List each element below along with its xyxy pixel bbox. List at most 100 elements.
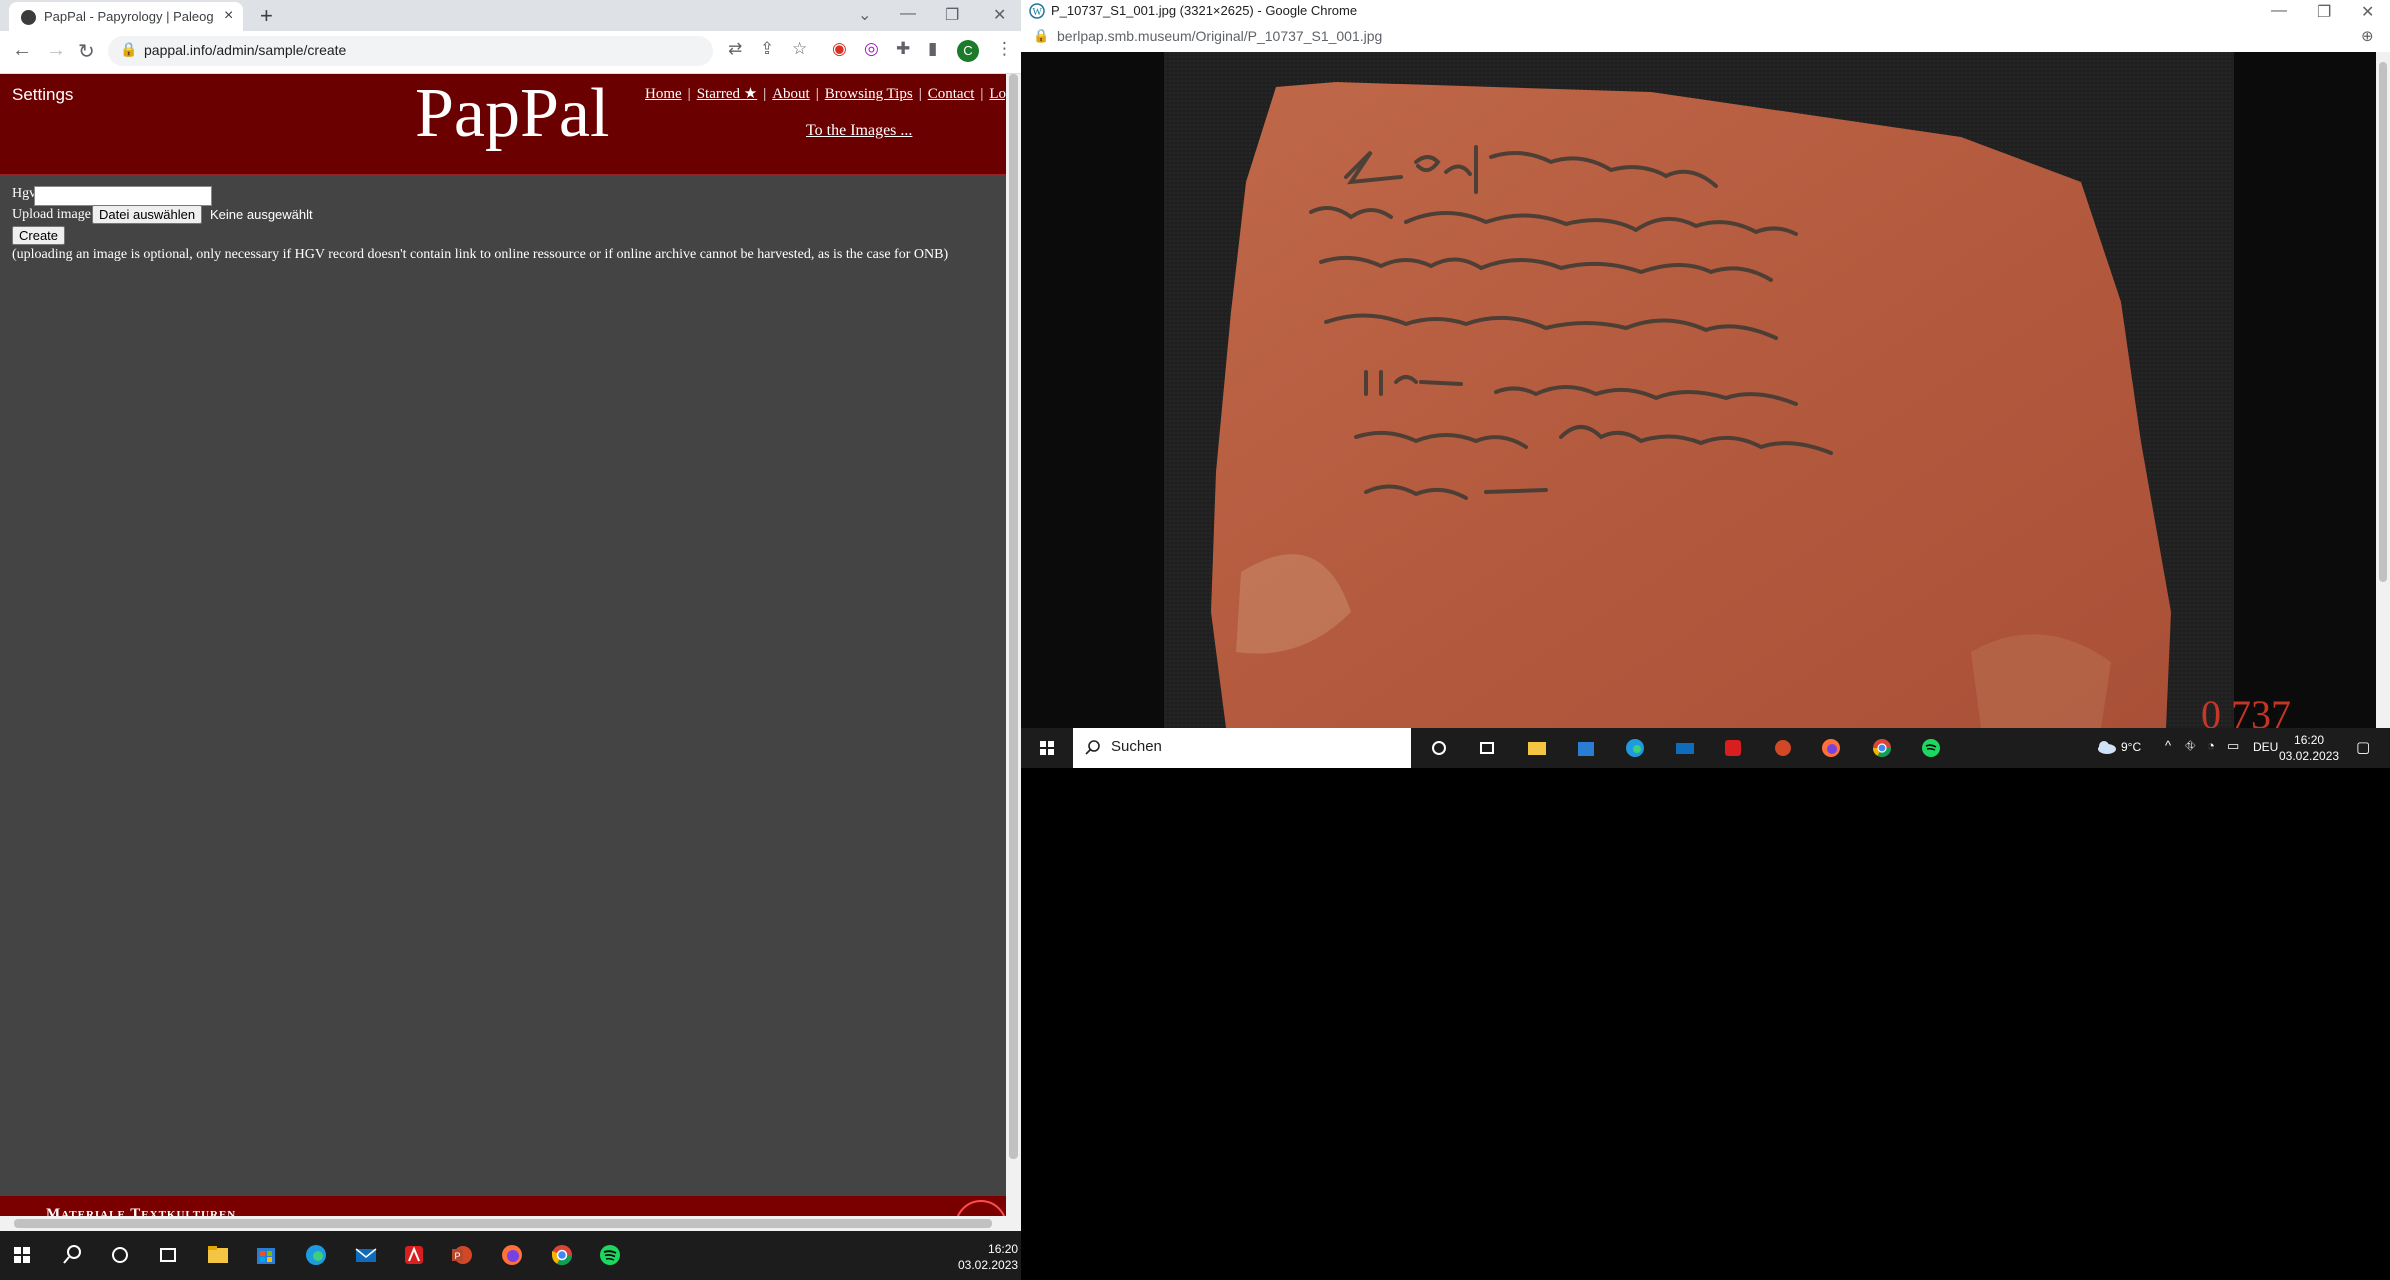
upload-note: (uploading an image is optional, only ne…: [12, 247, 949, 262]
tray-chevron-icon[interactable]: ^: [2165, 738, 2171, 753]
store-icon[interactable]: [250, 1239, 282, 1271]
battery-icon[interactable]: ▭: [2227, 738, 2239, 754]
powerpoint-icon-2[interactable]: [1768, 734, 1796, 762]
popup-scroll-thumb[interactable]: [2379, 62, 2387, 582]
svg-text:P: P: [455, 1251, 461, 1261]
file-explorer-icon-2[interactable]: [1523, 734, 1551, 762]
file-explorer-icon[interactable]: [202, 1239, 234, 1271]
popup-minimize-icon[interactable]: —: [2271, 2, 2287, 20]
notification-icon[interactable]: ▢: [2356, 738, 2370, 756]
popup-address-bar[interactable]: 🔒 berlpap.smb.museum/Original/P_10737_S1…: [1021, 22, 2390, 53]
vertical-scrollbar[interactable]: [1006, 74, 1021, 1231]
language-indicator[interactable]: DEU: [2253, 740, 2278, 754]
network-icon[interactable]: ⛗: [2185, 738, 2195, 754]
left-browser-window: PapPal - Papyrology | Paleograph × + ⌄ —…: [0, 0, 1021, 1231]
bookmark-star-icon[interactable]: ☆: [792, 39, 807, 59]
svg-text:0 737: 0 737: [2201, 692, 2291, 728]
settings-link[interactable]: Settings: [12, 85, 73, 105]
forward-arrow-icon[interactable]: →: [46, 39, 66, 62]
url-text: pappal.info/admin/sample/create: [144, 42, 347, 58]
start-icon[interactable]: [6, 1239, 38, 1271]
spotify-icon[interactable]: [594, 1239, 626, 1271]
kebab-menu-icon[interactable]: ⋮: [996, 39, 1013, 59]
close-window-icon[interactable]: ✕: [993, 5, 1006, 25]
taskbar-clock[interactable]: 16:20 03.02.2023: [958, 1241, 1018, 1273]
close-tab-icon[interactable]: ×: [224, 7, 233, 25]
popup-vertical-scrollbar[interactable]: [2376, 52, 2390, 728]
nav-contact[interactable]: Contact: [928, 86, 975, 102]
horizontal-scroll-thumb[interactable]: [14, 1219, 992, 1228]
edge-icon[interactable]: [300, 1239, 332, 1271]
restore-icon[interactable]: ❐: [945, 5, 959, 25]
firefox-icon-2[interactable]: [1817, 734, 1845, 762]
acrobat-icon[interactable]: [398, 1239, 430, 1271]
cortana-icon-2[interactable]: [1425, 734, 1453, 762]
address-bar[interactable]: 🔒 pappal.info/admin/sample/create: [108, 36, 713, 66]
start-icon-2[interactable]: [1033, 734, 1061, 762]
chrome-icon[interactable]: [546, 1239, 578, 1271]
taskbar-search-box[interactable]: Suchen: [1073, 728, 1411, 768]
create-button[interactable]: Create: [12, 226, 66, 245]
popup-title: P_10737_S1_001.jpg (3321×2625) - Google …: [1051, 3, 1358, 18]
tab-search-icon[interactable]: ⌄: [858, 5, 871, 25]
choose-file-button[interactable]: Datei auswählen: [92, 205, 203, 224]
search-icon[interactable]: [56, 1239, 88, 1271]
share-icon[interactable]: ⇪: [760, 39, 774, 59]
task-view-icon[interactable]: [152, 1239, 184, 1271]
taskbar-left: P 16:20 03.02.2023: [0, 1231, 1021, 1280]
site-logo[interactable]: PapPal: [415, 74, 609, 154]
zoom-icon[interactable]: ⊕: [2361, 27, 2374, 45]
reload-icon[interactable]: ↻: [78, 39, 95, 64]
extension-red-icon[interactable]: ◉: [832, 39, 847, 59]
mail-icon[interactable]: [350, 1239, 382, 1271]
minimize-icon[interactable]: —: [900, 5, 916, 23]
clock-date-2: 03.02.2023: [2279, 749, 2340, 763]
vertical-scroll-thumb[interactable]: [1009, 74, 1018, 1159]
lock-icon: 🔒: [120, 41, 138, 57]
acrobat-icon-2[interactable]: [1719, 734, 1747, 762]
no-file-chosen-text: Keine ausgewählt: [210, 207, 313, 222]
tab-pappal[interactable]: PapPal - Papyrology | Paleograph ×: [9, 2, 243, 31]
clock-time-2: 16:20: [2294, 733, 2325, 747]
svg-text:W: W: [1033, 7, 1043, 18]
mail-icon-2[interactable]: [1671, 734, 1699, 762]
horizontal-scrollbar[interactable]: [0, 1216, 1006, 1231]
new-tab-button[interactable]: +: [260, 3, 273, 29]
translate-icon[interactable]: ⇄: [728, 39, 742, 59]
weather-temp[interactable]: 9°C: [2121, 740, 2141, 754]
nav-about[interactable]: About: [772, 86, 810, 102]
weather-cloud-icon[interactable]: [2095, 738, 2117, 756]
nav-starred[interactable]: Starred ★: [697, 86, 758, 102]
powerpoint-icon[interactable]: P: [446, 1239, 478, 1271]
to-the-images-link[interactable]: To the Images ...: [806, 122, 912, 140]
nav-logout[interactable]: Logout: [989, 86, 1006, 102]
extension-purple-icon[interactable]: ◎: [864, 39, 879, 59]
cortana-icon[interactable]: [104, 1239, 136, 1271]
edge-icon-2[interactable]: [1621, 734, 1649, 762]
tab-title: PapPal - Papyrology | Paleograph: [44, 9, 214, 24]
search-icon-2: [1085, 740, 1100, 755]
ostracon-image: 0 737: [1021, 52, 2376, 728]
chrome-icon-2[interactable]: [1868, 734, 1896, 762]
task-view-icon-2[interactable]: [1473, 734, 1501, 762]
store-icon-2[interactable]: [1572, 734, 1600, 762]
spotify-icon-2[interactable]: [1917, 734, 1945, 762]
side-panel-icon[interactable]: ▮: [928, 39, 937, 59]
taskbar-right: Suchen 9°C ^ ⛗ ◔ ▭ DEU 16:20 03.02.2023 …: [1021, 728, 2390, 768]
hgv-label: Hgv: [12, 186, 37, 201]
popup-restore-icon[interactable]: ❐: [2317, 2, 2331, 22]
hgv-input[interactable]: [34, 186, 212, 206]
upload-image-label: Upload image: [12, 207, 91, 222]
back-arrow-icon[interactable]: ←: [12, 39, 32, 62]
extensions-puzzle-icon[interactable]: ✚: [896, 39, 910, 59]
papyrus-image-viewer[interactable]: 0 737: [1021, 52, 2376, 728]
profile-avatar[interactable]: C: [957, 40, 979, 62]
nav-home[interactable]: Home: [645, 86, 682, 102]
nav-browsing-tips[interactable]: Browsing Tips: [825, 86, 913, 102]
firefox-icon[interactable]: [496, 1239, 528, 1271]
taskbar-clock-2[interactable]: 16:20 03.02.2023: [2279, 732, 2339, 764]
popup-close-icon[interactable]: ✕: [2361, 2, 2374, 22]
main-nav: Home | Starred ★ | About | Browsing Tips | Conta…: [645, 84, 1006, 103]
wifi-icon[interactable]: ◔: [2207, 738, 2215, 753]
tab-strip: PapPal - Papyrology | Paleograph × + ⌄ —…: [0, 0, 1021, 31]
